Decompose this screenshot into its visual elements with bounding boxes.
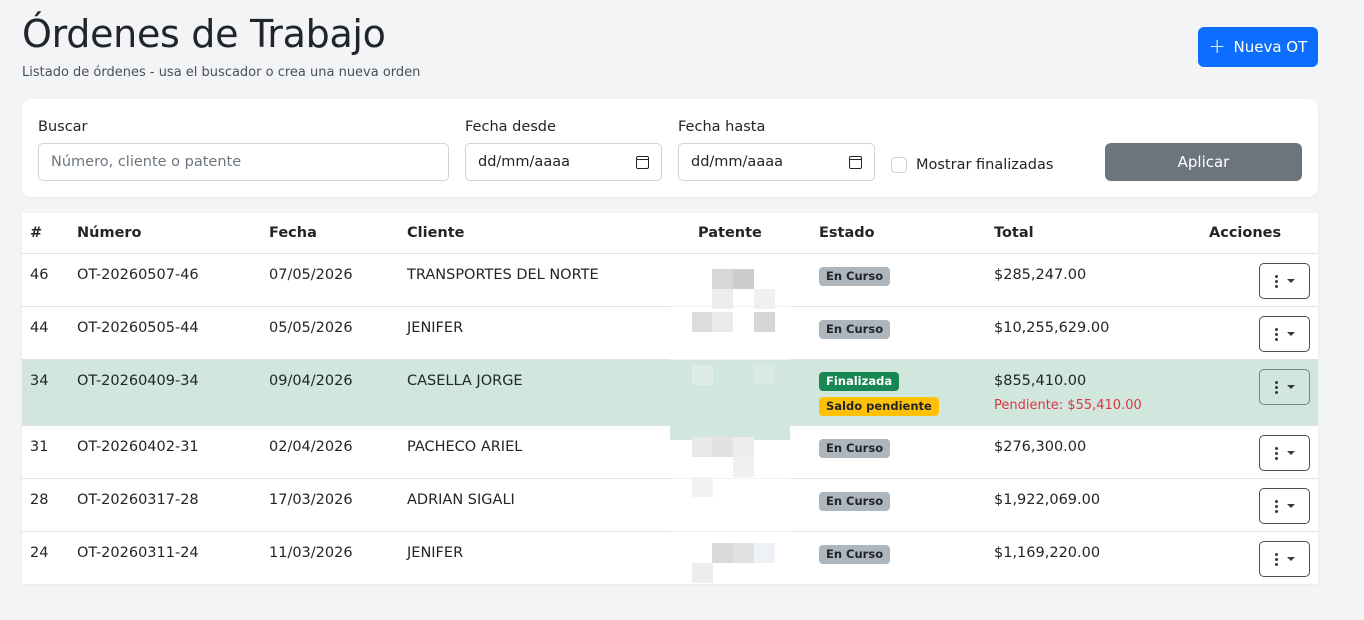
row-date: 17/03/2026 bbox=[269, 492, 353, 508]
caret-down-icon bbox=[1286, 332, 1295, 336]
page-title: Órdenes de Trabajo bbox=[22, 12, 386, 56]
show-finished-checkbox[interactable] bbox=[891, 157, 907, 173]
row-total: $276,300.00 bbox=[994, 439, 1087, 455]
status-badge: En Curso bbox=[819, 439, 891, 458]
row-id: 24 bbox=[30, 545, 49, 561]
caret-down-icon bbox=[1286, 451, 1295, 455]
row-date: 11/03/2026 bbox=[269, 545, 353, 561]
filter-card: Buscar Número, cliente o patente Fecha d… bbox=[22, 99, 1318, 197]
row-client: CASELLA JORGE bbox=[407, 373, 523, 389]
row-id: 46 bbox=[30, 267, 49, 283]
row-total: $855,410.00 bbox=[994, 373, 1087, 389]
page-subtitle: Listado de órdenes - usa el buscador o c… bbox=[22, 65, 421, 80]
col-actions: Acciones bbox=[1209, 225, 1282, 241]
status-badge: Finalizada bbox=[819, 372, 900, 391]
row-actions-button[interactable] bbox=[1259, 369, 1310, 405]
col-id: # bbox=[30, 225, 43, 241]
show-finished-label[interactable]: Mostrar finalizadas bbox=[916, 157, 1053, 173]
col-status: Estado bbox=[819, 225, 875, 241]
row-actions-button[interactable] bbox=[1259, 541, 1310, 577]
row-actions-button[interactable] bbox=[1259, 435, 1310, 471]
row-date: 09/04/2026 bbox=[269, 373, 353, 389]
row-client: PACHECO ARIEL bbox=[407, 439, 523, 455]
row-number: OT-20260402-31 bbox=[77, 439, 199, 455]
caret-down-icon bbox=[1286, 279, 1295, 283]
row-id: 34 bbox=[30, 373, 49, 389]
calendar-icon[interactable] bbox=[849, 155, 862, 169]
calendar-icon[interactable] bbox=[636, 155, 649, 169]
date-from-value: dd/mm/aaaa bbox=[478, 154, 570, 170]
row-id: 31 bbox=[30, 439, 49, 455]
col-client: Cliente bbox=[407, 225, 465, 241]
date-to-input[interactable]: dd/mm/aaaa bbox=[678, 143, 875, 181]
apply-button[interactable]: Aplicar bbox=[1105, 143, 1302, 181]
row-id: 44 bbox=[30, 320, 49, 336]
date-to-value: dd/mm/aaaa bbox=[691, 154, 783, 170]
vertical-dots-icon bbox=[1274, 380, 1278, 394]
row-number: OT-20260409-34 bbox=[77, 373, 199, 389]
vertical-dots-icon bbox=[1274, 446, 1278, 460]
row-actions-button[interactable] bbox=[1259, 488, 1310, 524]
orders-table: # Número Fecha Cliente Patente Estado To… bbox=[22, 213, 1318, 584]
row-date: 05/05/2026 bbox=[269, 320, 353, 336]
row-number: OT-20260317-28 bbox=[77, 492, 199, 508]
row-id: 28 bbox=[30, 492, 49, 508]
row-client: JENIFER bbox=[407, 545, 464, 561]
vertical-dots-icon bbox=[1274, 552, 1278, 566]
col-plate: Patente bbox=[698, 225, 762, 241]
redacted-plate-mosaic bbox=[670, 255, 790, 584]
status-badge: En Curso bbox=[819, 320, 891, 339]
col-date: Fecha bbox=[269, 225, 317, 241]
row-actions-button[interactable] bbox=[1259, 316, 1310, 352]
balance-badge: Saldo pendiente bbox=[819, 397, 939, 416]
row-client: JENIFER bbox=[407, 320, 464, 336]
caret-down-icon bbox=[1286, 385, 1295, 389]
show-finished-toggle[interactable]: Mostrar finalizadas bbox=[891, 157, 1053, 173]
col-total: Total bbox=[994, 225, 1034, 241]
vertical-dots-icon bbox=[1274, 499, 1278, 513]
row-total: $1,169,220.00 bbox=[994, 545, 1101, 561]
pending-amount: Pendiente: $55,410.00 bbox=[994, 398, 1142, 413]
caret-down-icon bbox=[1286, 557, 1295, 561]
vertical-dots-icon bbox=[1274, 274, 1278, 288]
plus-icon: + bbox=[1208, 34, 1226, 58]
row-number: OT-20260311-24 bbox=[77, 545, 199, 561]
row-actions-button[interactable] bbox=[1259, 263, 1310, 299]
caret-down-icon bbox=[1286, 504, 1295, 508]
row-number: OT-20260505-44 bbox=[77, 320, 199, 336]
table-header: # Número Fecha Cliente Patente Estado To… bbox=[22, 213, 1318, 254]
col-number: Número bbox=[77, 225, 142, 241]
new-ot-label: Nueva OT bbox=[1233, 38, 1308, 56]
row-date: 02/04/2026 bbox=[269, 439, 353, 455]
row-total: $1,922,069.00 bbox=[994, 492, 1101, 508]
vertical-dots-icon bbox=[1274, 327, 1278, 341]
row-date: 07/05/2026 bbox=[269, 267, 353, 283]
status-badge: En Curso bbox=[819, 267, 891, 286]
row-client: ADRIAN SIGALI bbox=[407, 492, 515, 508]
new-ot-button[interactable]: + Nueva OT bbox=[1198, 27, 1318, 67]
date-from-label: Fecha desde bbox=[465, 119, 556, 135]
row-total: $10,255,629.00 bbox=[994, 320, 1110, 336]
search-placeholder: Número, cliente o patente bbox=[51, 154, 242, 170]
row-client: TRANSPORTES DEL NORTE bbox=[407, 267, 599, 283]
row-number: OT-20260507-46 bbox=[77, 267, 199, 283]
date-to-label: Fecha hasta bbox=[678, 119, 766, 135]
row-total: $285,247.00 bbox=[994, 267, 1087, 283]
search-label: Buscar bbox=[38, 119, 88, 135]
date-from-input[interactable]: dd/mm/aaaa bbox=[465, 143, 662, 181]
search-input[interactable]: Número, cliente o patente bbox=[38, 143, 449, 181]
status-badge: En Curso bbox=[819, 492, 891, 511]
status-badge: En Curso bbox=[819, 545, 891, 564]
